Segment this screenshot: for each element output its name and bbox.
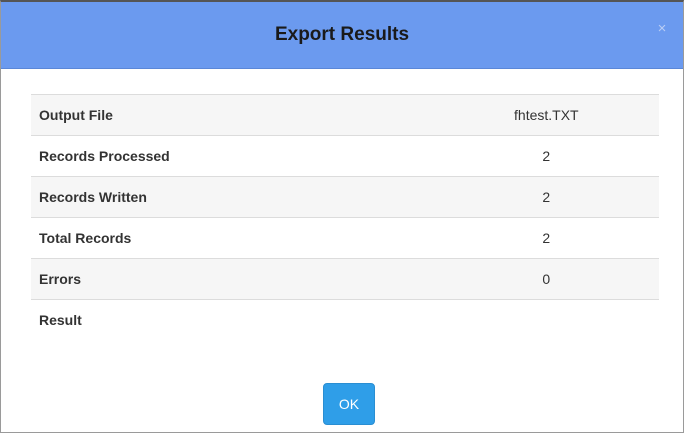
table-row: Errors 0 <box>31 258 659 300</box>
errors-label: Errors <box>31 258 434 300</box>
table-row: Records Processed 2 <box>31 135 659 177</box>
output-file-value: fhtest.TXT <box>433 94 659 136</box>
result-value <box>433 299 659 341</box>
dialog-title: Export Results <box>274 24 410 45</box>
records-processed-label: Records Processed <box>31 135 434 177</box>
ok-button[interactable]: OK <box>323 383 375 425</box>
records-processed-value: 2 <box>433 135 659 177</box>
table-row: Result <box>31 299 659 341</box>
dialog-header: Export Results × <box>1 2 683 69</box>
result-label: Result <box>31 299 434 341</box>
output-file-label: Output File <box>31 94 434 136</box>
close-icon[interactable]: × <box>655 21 669 36</box>
records-written-value: 2 <box>433 176 659 218</box>
results-table: Output File fhtest.TXT Records Processed… <box>31 94 659 341</box>
table-row: Output File fhtest.TXT <box>31 94 659 136</box>
total-records-label: Total Records <box>31 217 434 259</box>
table-row: Records Written 2 <box>31 176 659 218</box>
table-row: Total Records 2 <box>31 217 659 259</box>
records-written-label: Records Written <box>31 176 434 218</box>
export-results-dialog: Export Results × Output File fhtest.TXT … <box>0 0 684 433</box>
total-records-value: 2 <box>433 217 659 259</box>
errors-value: 0 <box>433 258 659 300</box>
